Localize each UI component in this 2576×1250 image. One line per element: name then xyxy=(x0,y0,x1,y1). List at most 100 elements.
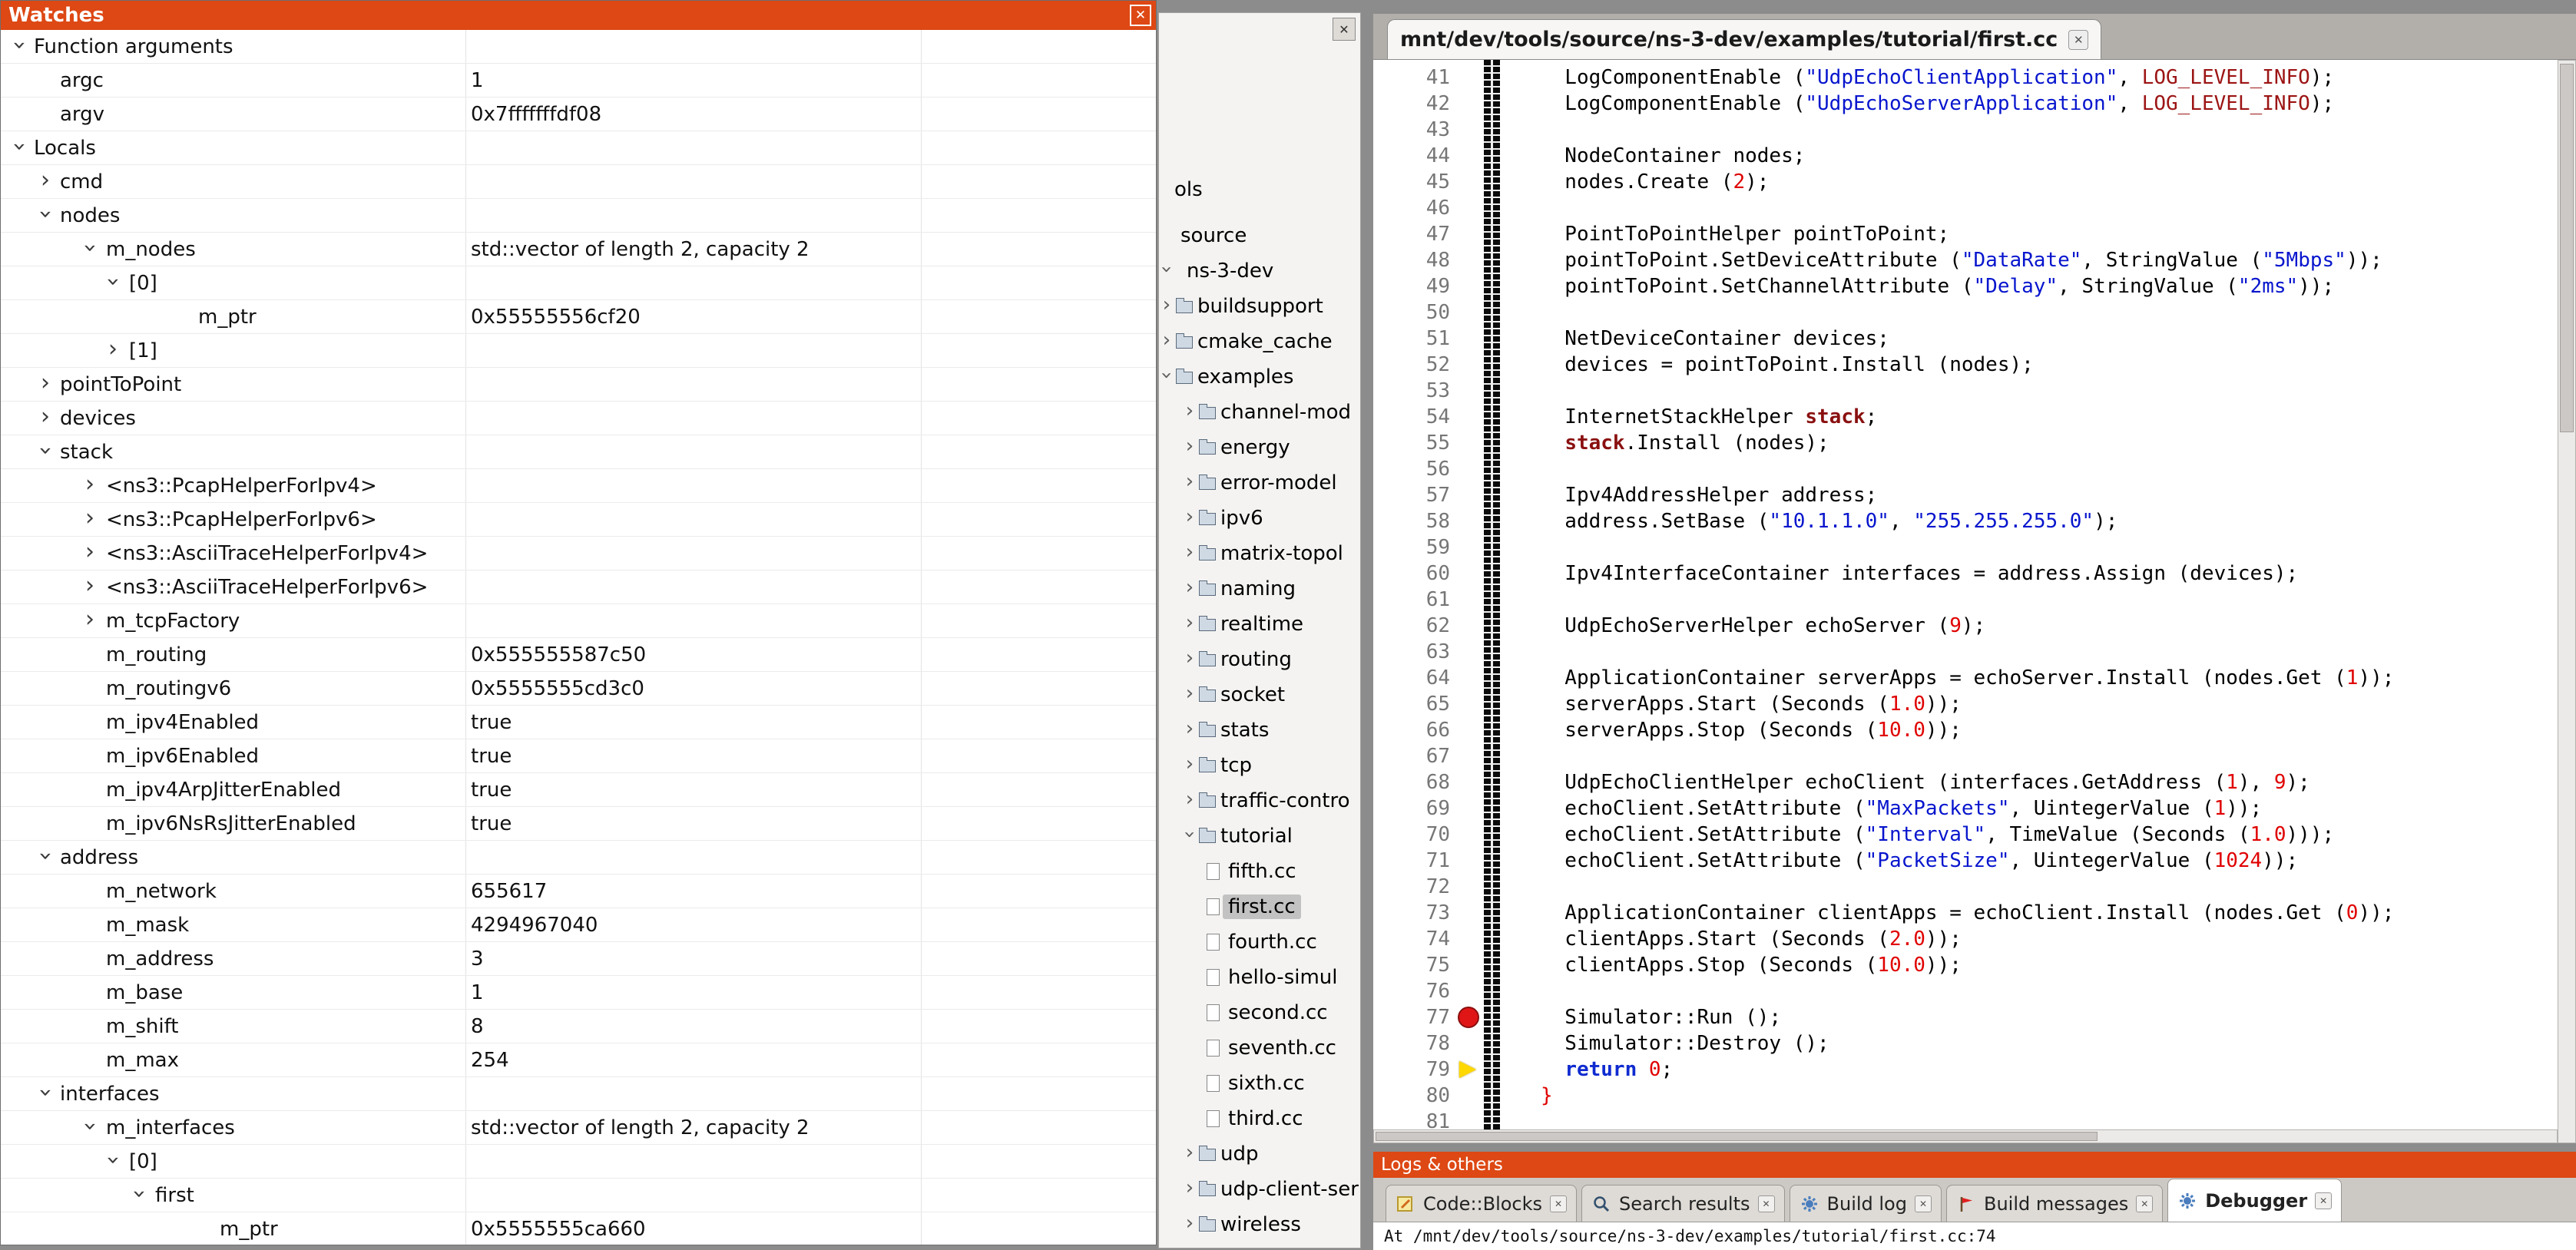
watch-row[interactable]: ›Function arguments xyxy=(1,30,1156,64)
tree-item-wireless[interactable]: ›wireless xyxy=(1159,1207,1360,1242)
tree-item-traffic-contro[interactable]: ›traffic-contro xyxy=(1159,783,1360,818)
line-number[interactable]: 73 xyxy=(1373,900,1450,926)
line-number[interactable]: 54 xyxy=(1373,404,1450,430)
line-number[interactable]: 75 xyxy=(1373,952,1450,978)
expand-icon[interactable]: › xyxy=(1182,542,1197,562)
code-editor[interactable]: 41 LogComponentEnable ("UdpEchoClientApp… xyxy=(1373,60,2558,1129)
log-tab-build-messages[interactable]: Build messages✕ xyxy=(1946,1185,2163,1222)
close-icon[interactable]: ✕ xyxy=(1758,1195,1775,1212)
watch-row[interactable]: m_routingv60x5555555cd3c0 xyxy=(1,672,1156,706)
collapse-icon[interactable]: › xyxy=(35,1084,56,1101)
expand-icon[interactable]: › xyxy=(1182,1178,1197,1198)
watch-row[interactable]: ›interfaces xyxy=(1,1077,1156,1111)
log-tab-build-log[interactable]: Build log✕ xyxy=(1790,1185,1942,1222)
tree-item-stats[interactable]: ›stats xyxy=(1159,713,1360,748)
expand-icon[interactable]: › xyxy=(1182,719,1197,739)
line-number[interactable]: 41 xyxy=(1373,64,1450,91)
expand-icon[interactable]: › xyxy=(104,339,121,360)
vertical-scrollbar[interactable] xyxy=(2558,60,2576,1143)
tree-item-error-model[interactable]: ›error-model xyxy=(1159,465,1360,501)
tree-item-energy[interactable]: ›energy xyxy=(1159,430,1360,465)
line-number[interactable]: 47 xyxy=(1373,221,1450,247)
watch-row[interactable]: m_base1 xyxy=(1,976,1156,1010)
line-number[interactable]: 45 xyxy=(1373,169,1450,195)
expand-icon[interactable]: › xyxy=(81,575,98,597)
horizontal-scrollbar[interactable] xyxy=(1373,1129,2558,1143)
scrollbar-thumb[interactable] xyxy=(2560,64,2574,432)
line-number[interactable]: 61 xyxy=(1373,587,1450,613)
line-number[interactable]: 66 xyxy=(1373,717,1450,743)
scrollbar-thumb[interactable] xyxy=(1376,1132,2098,1141)
watch-row[interactable]: ›<ns3::AsciiTraceHelperForIpv6> xyxy=(1,570,1156,604)
collapse-icon[interactable]: › xyxy=(102,1152,124,1169)
expand-icon[interactable]: › xyxy=(1182,613,1197,633)
watch-row[interactable]: ›<ns3::AsciiTraceHelperForIpv4> xyxy=(1,537,1156,570)
expand-icon[interactable]: › xyxy=(1182,401,1197,421)
tree-item-ns-3-dev[interactable]: ›ns-3-dev xyxy=(1159,253,1360,289)
collapse-icon[interactable]: › xyxy=(1158,262,1177,277)
close-icon[interactable]: ✕ xyxy=(2136,1195,2153,1212)
watch-row[interactable]: m_ptr0x55555556cf20 xyxy=(1,300,1156,334)
tree-item-realtime[interactable]: ›realtime xyxy=(1159,607,1360,642)
line-number[interactable]: 58 xyxy=(1373,508,1450,534)
tree-item-matrix-topol[interactable]: ›matrix-topol xyxy=(1159,536,1360,571)
watch-row[interactable]: ›m_nodesstd::vector of length 2, capacit… xyxy=(1,233,1156,266)
line-number[interactable]: 51 xyxy=(1373,326,1450,352)
project-tree[interactable]: olssource›ns-3-dev›buildsupport›cmake_ca… xyxy=(1159,172,1360,1242)
watch-row[interactable]: m_ipv6NsRsJitterEnabledtrue xyxy=(1,807,1156,841)
watch-row[interactable]: m_ptr0x5555555ca660 xyxy=(1,1212,1156,1245)
tree-item-examples[interactable]: ›examples xyxy=(1159,359,1360,395)
line-number[interactable]: 59 xyxy=(1373,534,1450,561)
watch-row[interactable]: ›m_tcpFactory xyxy=(1,604,1156,638)
expand-icon[interactable]: › xyxy=(1182,1213,1197,1233)
watch-row[interactable]: m_routing0x555555587c50 xyxy=(1,638,1156,672)
line-number[interactable]: 71 xyxy=(1373,848,1450,874)
breakpoint-icon[interactable] xyxy=(1458,1007,1479,1028)
expand-icon[interactable]: › xyxy=(37,372,54,394)
watch-row[interactable]: ›pointToPoint xyxy=(1,368,1156,402)
watch-row[interactable]: ›nodes xyxy=(1,199,1156,233)
close-icon[interactable]: ✕ xyxy=(1915,1195,1932,1212)
watch-row[interactable]: m_ipv4ArpJitterEnabledtrue xyxy=(1,773,1156,807)
collapse-icon[interactable]: › xyxy=(79,240,101,256)
tree-item-seventh-cc[interactable]: seventh.cc xyxy=(1159,1030,1360,1066)
line-number[interactable]: 65 xyxy=(1373,691,1450,717)
close-icon[interactable]: ✕ xyxy=(2315,1192,2332,1209)
watch-row[interactable]: m_network655617 xyxy=(1,875,1156,908)
line-number[interactable]: 80 xyxy=(1373,1083,1450,1109)
line-number[interactable]: 49 xyxy=(1373,273,1450,299)
collapse-icon[interactable]: › xyxy=(128,1186,150,1202)
tree-item-tcp[interactable]: ›tcp xyxy=(1159,748,1360,783)
line-number[interactable]: 67 xyxy=(1373,743,1450,769)
editor-tab-first-cc[interactable]: mnt/dev/tools/source/ns-3-dev/examples/t… xyxy=(1387,19,2101,59)
line-number[interactable]: 63 xyxy=(1373,639,1450,665)
tree-item-ipv6[interactable]: ›ipv6 xyxy=(1159,501,1360,536)
line-number[interactable]: 72 xyxy=(1373,874,1450,900)
collapse-icon[interactable]: › xyxy=(79,1118,101,1135)
watch-row[interactable]: ›[0] xyxy=(1,1145,1156,1179)
line-number[interactable]: 44 xyxy=(1373,143,1450,169)
watch-row[interactable]: ›m_interfacesstd::vector of length 2, ca… xyxy=(1,1111,1156,1145)
expand-icon[interactable]: › xyxy=(81,474,98,495)
watch-row[interactable]: m_max254 xyxy=(1,1043,1156,1077)
collapse-icon[interactable]: › xyxy=(102,273,124,290)
tree-item-fifth-cc[interactable]: fifth.cc xyxy=(1159,854,1360,889)
log-tab-search-results[interactable]: Search results✕ xyxy=(1581,1185,1784,1222)
expand-icon[interactable]: › xyxy=(1182,754,1197,774)
expand-icon[interactable]: › xyxy=(1182,648,1197,668)
watches-table[interactable]: ›Function argumentsargc1argv0x7fffffffdf… xyxy=(1,30,1156,1245)
watch-row[interactable]: argv0x7fffffffdf08 xyxy=(1,98,1156,131)
tree-item-first-cc[interactable]: first.cc xyxy=(1159,889,1360,924)
expand-icon[interactable]: › xyxy=(1159,295,1174,315)
tree-item-channel-mod[interactable]: ›channel-mod xyxy=(1159,395,1360,430)
collapse-icon[interactable]: › xyxy=(35,206,56,223)
expand-icon[interactable]: › xyxy=(1159,330,1174,350)
line-number[interactable]: 50 xyxy=(1373,299,1450,326)
tree-item-sixth-cc[interactable]: sixth.cc xyxy=(1159,1066,1360,1101)
tree-item-routing[interactable]: ›routing xyxy=(1159,642,1360,677)
watch-row[interactable]: ›Locals xyxy=(1,131,1156,165)
tree-item-hello-simul[interactable]: hello-simul xyxy=(1159,960,1360,995)
line-number[interactable]: 79 xyxy=(1373,1057,1450,1083)
line-number[interactable]: 76 xyxy=(1373,978,1450,1004)
watch-row[interactable]: m_ipv4Enabledtrue xyxy=(1,706,1156,739)
